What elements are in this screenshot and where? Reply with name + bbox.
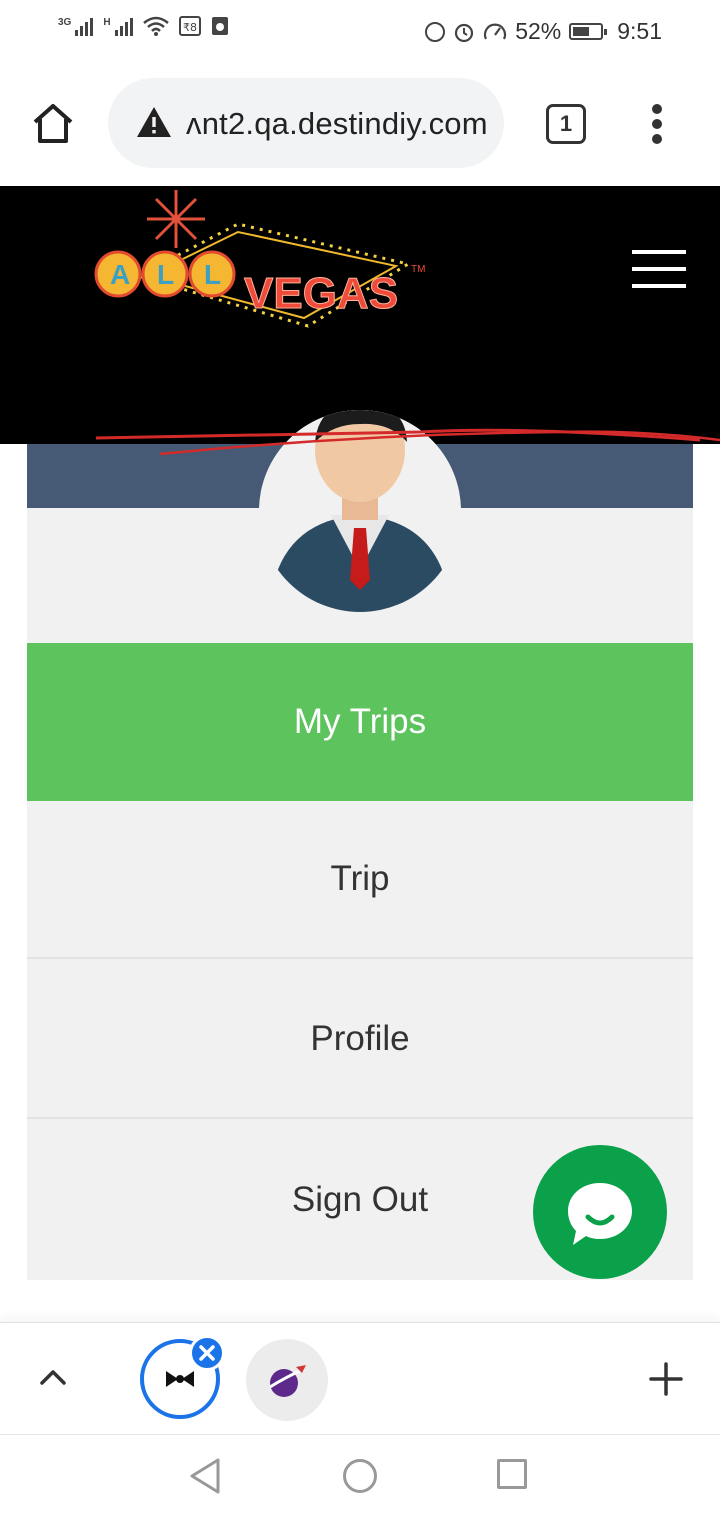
home-icon[interactable] [30, 100, 76, 146]
starburst-icon [147, 190, 205, 248]
svg-text:L: L [157, 259, 174, 290]
hamburger-menu-icon[interactable] [632, 250, 686, 290]
status-right: 52% 9:51 [425, 18, 662, 45]
sd-card-icon [211, 17, 228, 35]
clock: 9:51 [617, 18, 662, 44]
status-left: 3G H ₹8 [58, 16, 229, 36]
user-avatar-icon [259, 410, 461, 612]
logo-tm: TM [411, 264, 425, 275]
system-nav-bar [0, 1434, 720, 1520]
menu-item-profile[interactable]: Profile [27, 961, 693, 1119]
menu-item-my-trips[interactable]: My Trips [27, 643, 693, 801]
chat-bubble-icon [568, 1183, 632, 1245]
alarm-icon [455, 23, 474, 42]
data-saver-icon: ₹8 [178, 16, 201, 36]
back-icon[interactable] [188, 1457, 222, 1495]
bottom-tab-strip [0, 1322, 720, 1434]
page: 3G H ₹8 52% 9:51 ʌnt2.qa.destindiy.com 1… [0, 0, 720, 1520]
home-nav-icon[interactable] [343, 1459, 377, 1493]
all-vegas-logo[interactable]: A L L VEGAS TM [88, 186, 448, 346]
tab-switcher-button[interactable]: 1 [546, 104, 586, 144]
chat-button[interactable] [533, 1145, 667, 1279]
wifi-icon [142, 16, 169, 36]
tab-destindiy[interactable] [246, 1339, 328, 1421]
browser-toolbar: ʌnt2.qa.destindiy.com 1 [0, 62, 720, 186]
svg-text:A: A [110, 259, 130, 290]
logo-vegas-text: VEGAS [244, 269, 398, 318]
warning-icon[interactable] [136, 106, 172, 138]
site-header: A L L VEGAS TM [0, 186, 720, 444]
recents-icon[interactable] [497, 1459, 527, 1489]
svg-text:L: L [204, 259, 221, 290]
avatar [259, 410, 461, 612]
battery-icon [569, 23, 608, 40]
menu-item-trip[interactable]: Trip [27, 801, 693, 959]
close-tab-icon[interactable] [189, 1335, 225, 1371]
url-text[interactable]: ʌnt2.qa.destindiy.com [186, 106, 496, 142]
status-bar: 3G H ₹8 52% 9:51 [0, 0, 720, 62]
battery-percent: 52% [515, 18, 562, 44]
signal-icon-2: H [103, 17, 133, 36]
overflow-menu-icon[interactable] [646, 102, 668, 146]
network-type-1: 3G [58, 17, 72, 28]
vpn-icon [425, 21, 446, 42]
speed-icon [484, 23, 507, 39]
signal-icon-1: 3G [58, 17, 94, 36]
address-bar[interactable]: ʌnt2.qa.destindiy.com [108, 78, 504, 168]
chevron-up-icon[interactable] [38, 1365, 68, 1389]
network-type-2: H [103, 17, 111, 28]
travel-logo-icon [269, 1365, 306, 1397]
svg-text:₹8: ₹8 [183, 21, 197, 34]
new-tab-icon[interactable] [648, 1361, 684, 1397]
